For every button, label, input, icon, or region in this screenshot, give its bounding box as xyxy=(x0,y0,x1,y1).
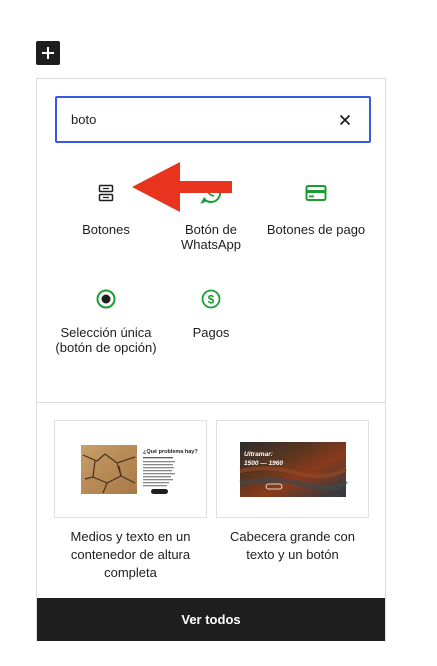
credit-card-icon xyxy=(304,181,328,205)
buttons-icon xyxy=(94,181,118,205)
block-label: Pagos xyxy=(192,325,230,340)
pattern-thumb-heading: ¿Qué problema hay? xyxy=(143,449,198,455)
pattern-preview: ¿Qué problema hay? xyxy=(54,420,207,518)
search-box xyxy=(55,96,371,143)
pattern-thumb-subheading: 1500 — 1960 xyxy=(244,460,283,467)
pattern-media-text-full-height[interactable]: ¿Qué problema hay? Medios y texto en un … xyxy=(54,420,207,582)
block-label: Botones de pago xyxy=(266,222,366,237)
add-block-button[interactable] xyxy=(36,41,60,65)
pattern-thumb-heading: Ultramar: xyxy=(244,451,273,458)
svg-text:$: $ xyxy=(208,293,215,307)
dollar-circle-icon: $ xyxy=(199,287,223,311)
pattern-large-header-text-button[interactable]: Ultramar: 1500 — 1960 Cabecera grande co… xyxy=(216,420,369,564)
pattern-preview: Ultramar: 1500 — 1960 xyxy=(216,420,369,518)
divider xyxy=(37,402,385,403)
block-label: Botón de WhatsApp xyxy=(181,222,241,252)
close-icon xyxy=(339,114,351,126)
whatsapp-icon xyxy=(199,181,223,205)
block-inserter-panel: Botones Botón de WhatsApp Botones de pag… xyxy=(36,78,386,641)
pattern-caption: Cabecera grande con texto y un botón xyxy=(229,529,356,562)
pattern-caption: Medios y texto en un contenedor de altur… xyxy=(70,529,191,580)
view-all-button[interactable]: Ver todos xyxy=(37,598,385,641)
clear-search-button[interactable] xyxy=(333,108,357,132)
block-label: Botones xyxy=(82,222,130,237)
search-input[interactable] xyxy=(71,98,311,141)
radio-icon xyxy=(94,287,118,311)
block-label: Selección única (botón de opción) xyxy=(55,325,157,355)
plus-icon xyxy=(42,47,54,59)
